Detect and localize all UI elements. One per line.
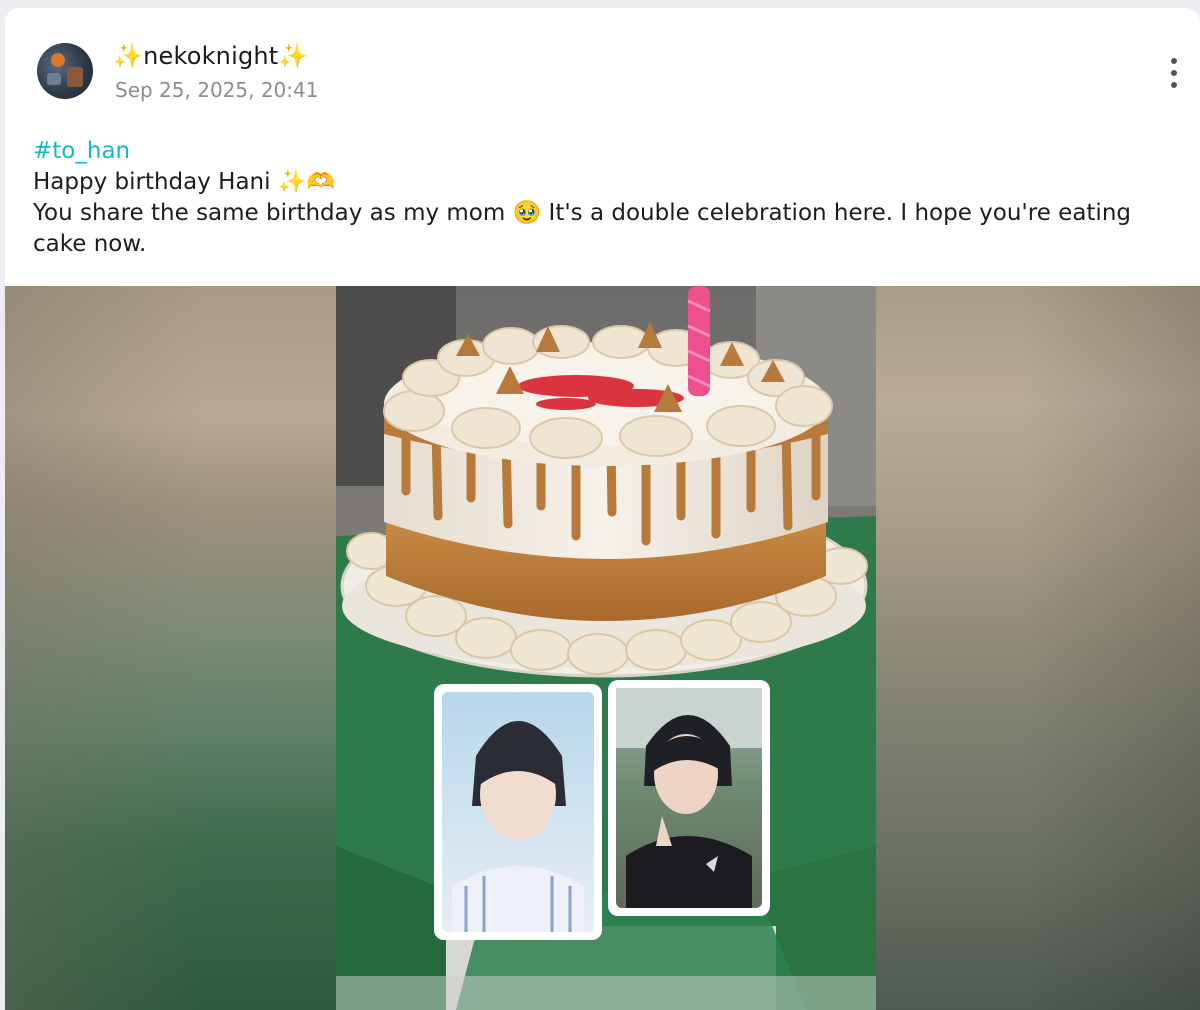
blurred-background-left xyxy=(5,286,336,1010)
cake-photo-illustration xyxy=(336,286,876,1010)
username[interactable]: ✨nekoknight✨ xyxy=(113,42,309,70)
hashtag-link[interactable]: #to_han xyxy=(33,136,1163,167)
post-photo[interactable] xyxy=(336,286,876,1010)
avatar-art xyxy=(67,67,83,87)
avatar-art xyxy=(47,73,61,85)
post-timestamp: Sep 25, 2025, 20:41 xyxy=(115,78,319,102)
post-media[interactable] xyxy=(5,286,1200,1010)
avatar-art xyxy=(51,53,65,67)
post-header: ✨nekoknight✨ Sep 25, 2025, 20:41 xyxy=(5,8,1200,118)
post-card: ✨nekoknight✨ Sep 25, 2025, 20:41 #to_han… xyxy=(5,8,1200,1010)
blurred-background-right xyxy=(876,286,1200,1010)
post-line: You share the same birthday as my mom 🥹 … xyxy=(33,200,1131,257)
post-line: Happy birthday Hani ✨🫶 xyxy=(33,169,336,195)
post-body: #to_han Happy birthday Hani ✨🫶 You share… xyxy=(33,136,1163,260)
avatar[interactable] xyxy=(37,43,93,99)
more-vertical-icon[interactable] xyxy=(1166,56,1182,90)
